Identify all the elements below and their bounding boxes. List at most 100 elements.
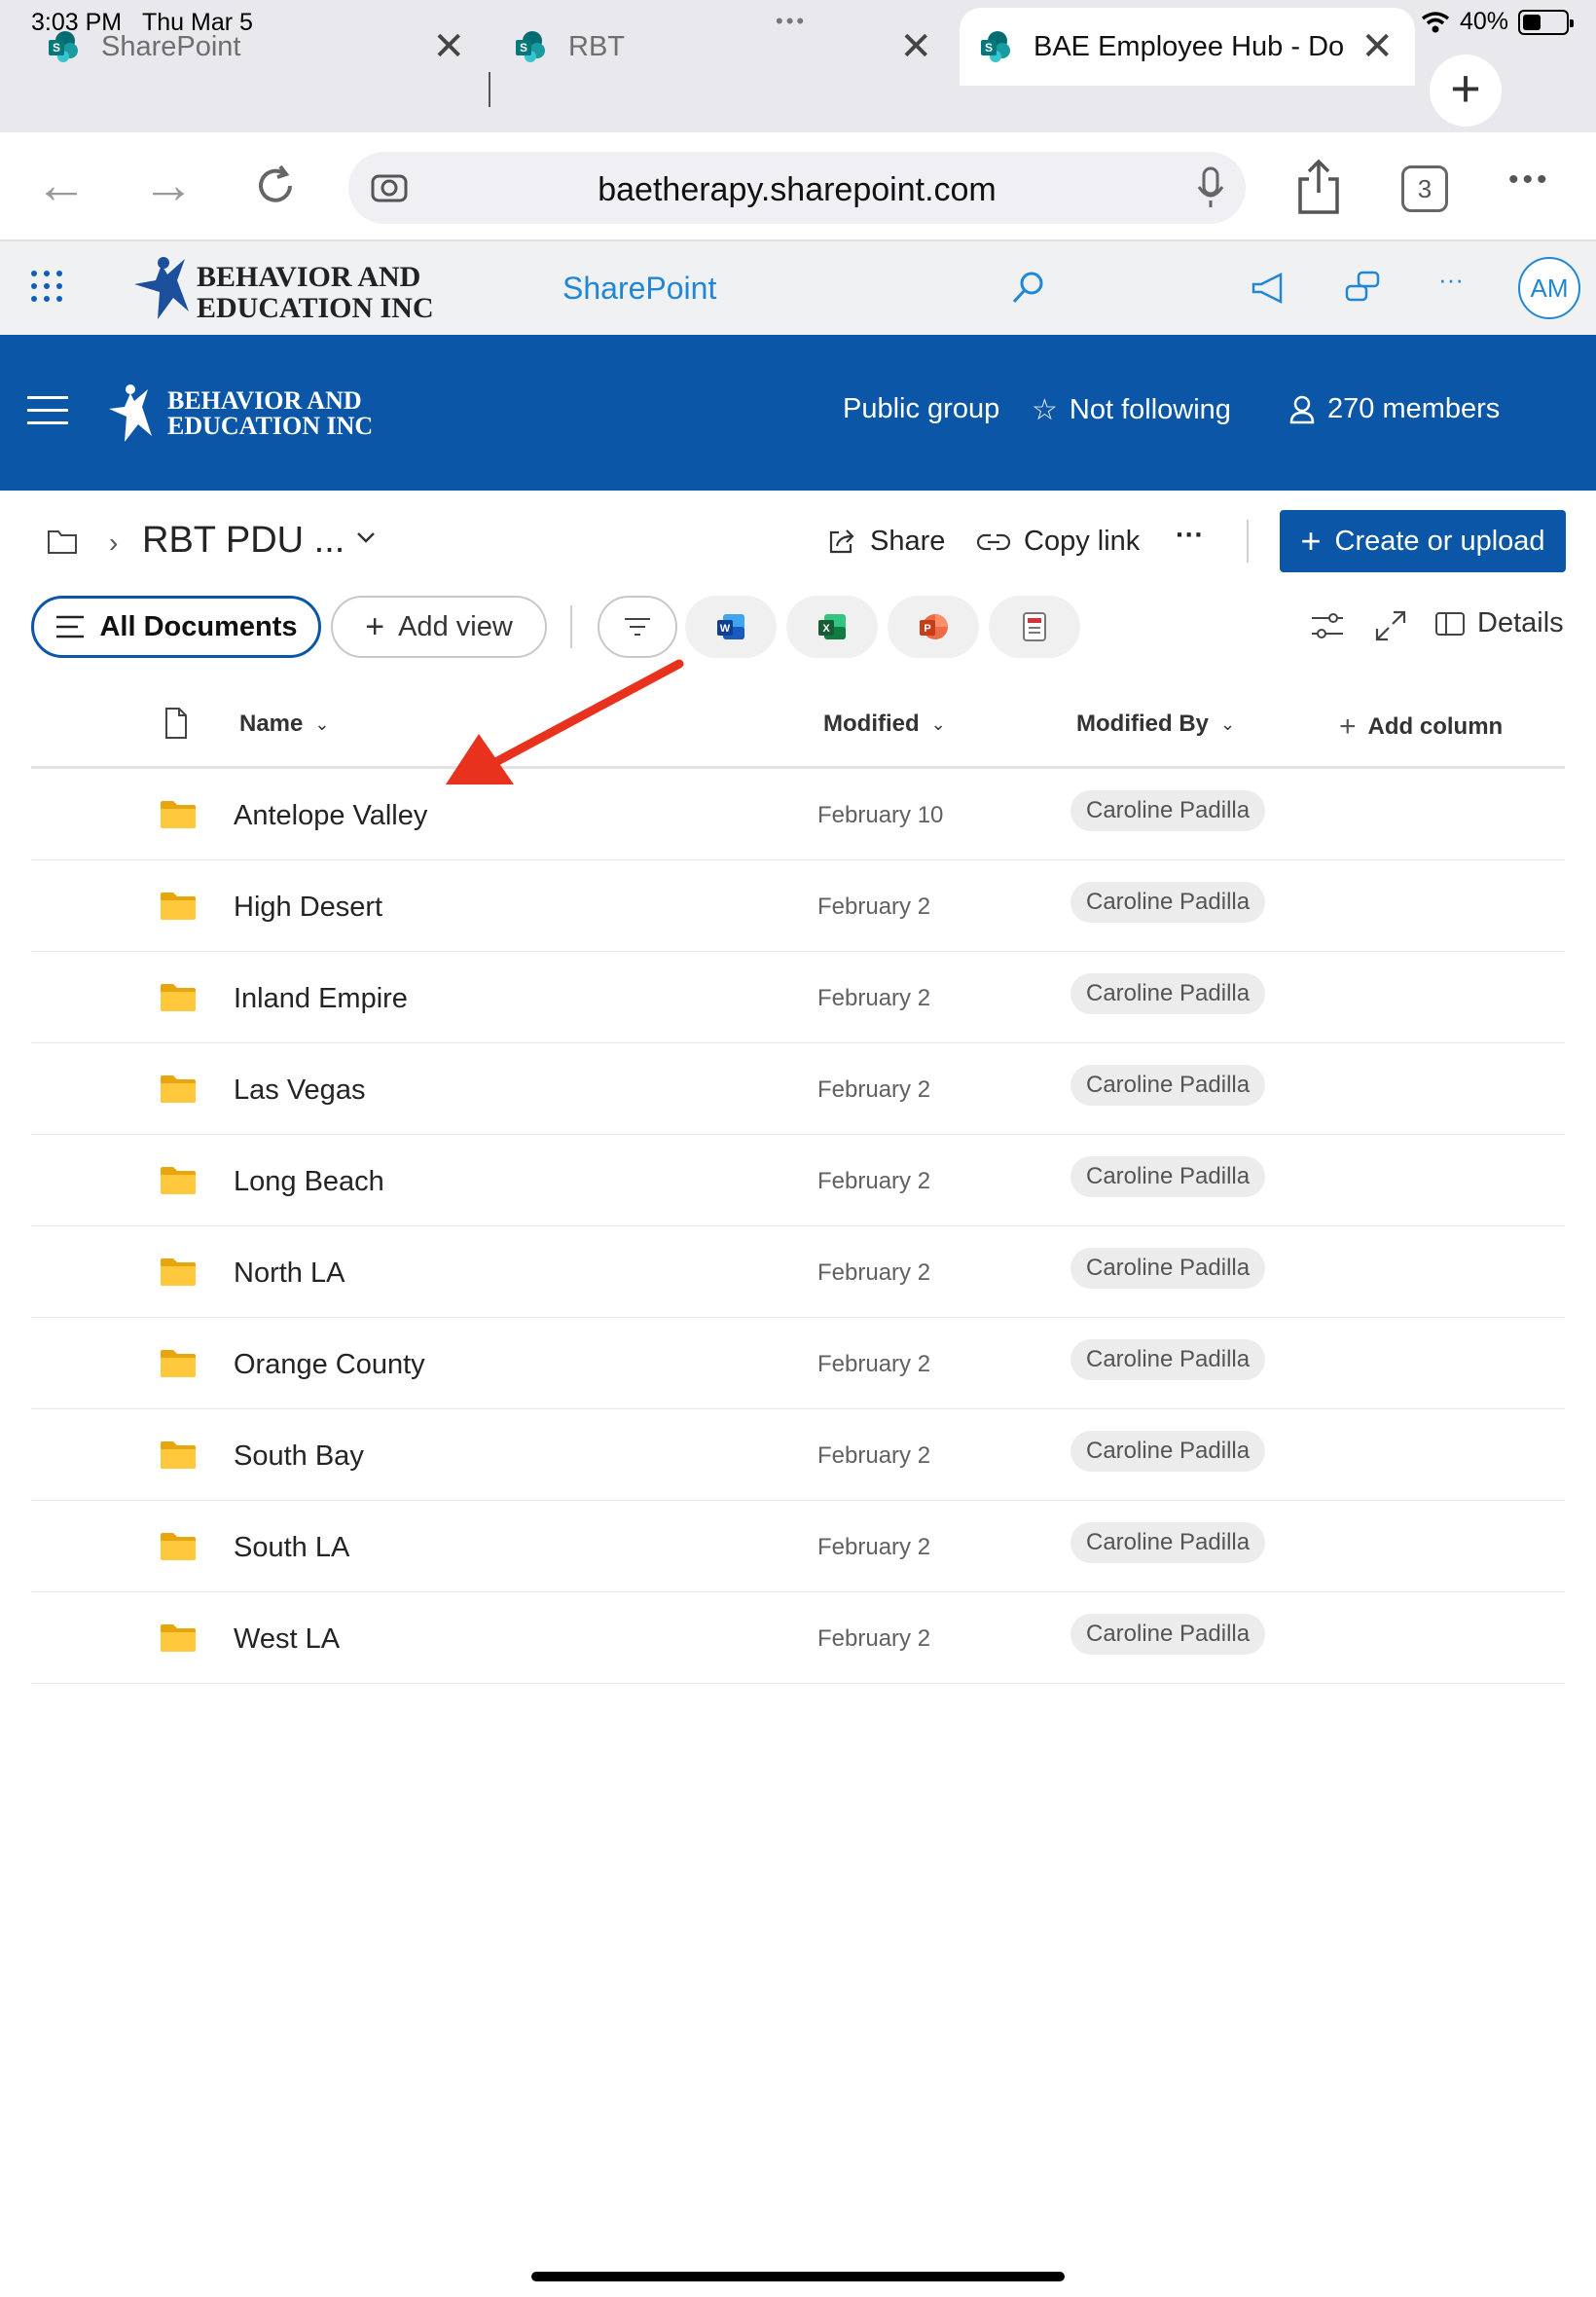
tab-bae-employee-hub[interactable]: S BAE Employee Hub - Do ✕ bbox=[960, 8, 1415, 86]
row-modified-by[interactable]: Caroline Padilla bbox=[1070, 1431, 1266, 1472]
row-modified-by[interactable]: Caroline Padilla bbox=[1070, 1248, 1266, 1289]
column-modified[interactable]: Modified ⌄ bbox=[823, 711, 946, 738]
folder-icon bbox=[161, 1533, 196, 1560]
tab-rbt[interactable]: S RBT ✕ bbox=[514, 8, 932, 86]
new-tab-button[interactable]: + bbox=[1430, 55, 1502, 127]
table-row[interactable]: Orange County February 2 Caroline Padilla bbox=[31, 1318, 1565, 1409]
battery-icon bbox=[1518, 9, 1574, 35]
members-text: 270 members bbox=[1327, 393, 1501, 424]
row-name[interactable]: North LA bbox=[234, 1258, 345, 1290]
chat-icon[interactable] bbox=[1343, 269, 1382, 308]
word-filter-chip[interactable]: W bbox=[685, 596, 777, 658]
excel-filter-chip[interactable]: X bbox=[786, 596, 878, 658]
word-icon: W bbox=[717, 614, 744, 639]
folder-outline-icon[interactable] bbox=[47, 528, 78, 555]
table-row[interactable]: Long Beach February 2 Caroline Padilla bbox=[31, 1135, 1565, 1226]
row-name[interactable]: West LA bbox=[234, 1623, 340, 1656]
reload-icon[interactable] bbox=[251, 162, 300, 210]
share-arrow-icon bbox=[829, 529, 854, 553]
row-modified-by[interactable]: Caroline Padilla bbox=[1070, 1614, 1266, 1655]
brand-line-1: BEHAVIOR AND bbox=[197, 261, 420, 293]
column-name[interactable]: Name ⌄ bbox=[239, 711, 329, 738]
row-modified-by[interactable]: Caroline Padilla bbox=[1070, 790, 1266, 831]
add-column-button[interactable]: + Add column bbox=[1339, 711, 1503, 744]
tab-title: BAE Employee Hub - Do bbox=[1034, 30, 1345, 62]
powerpoint-filter-chip[interactable]: P bbox=[888, 596, 979, 658]
row-modified: February 2 bbox=[817, 985, 931, 1011]
browser-toolbar: ← → baetherapy.sharepoint.com 3 ••• bbox=[0, 132, 1596, 241]
add-view-button[interactable]: + Add view bbox=[331, 596, 547, 658]
row-name[interactable]: Inland Empire bbox=[234, 983, 408, 1015]
copy-link-button[interactable]: Copy link bbox=[977, 526, 1140, 558]
sharepoint-app-title[interactable]: SharePoint bbox=[562, 271, 716, 307]
view-all-documents[interactable]: All Documents bbox=[31, 596, 321, 658]
row-modified-by[interactable]: Caroline Padilla bbox=[1070, 1522, 1266, 1563]
customize-columns-icon[interactable] bbox=[1310, 609, 1345, 642]
file-type-icon[interactable] bbox=[163, 707, 189, 740]
menu-icon[interactable] bbox=[27, 396, 68, 425]
home-indicator[interactable] bbox=[531, 2272, 1065, 2281]
row-modified-by[interactable]: Caroline Padilla bbox=[1070, 973, 1266, 1014]
row-name[interactable]: Orange County bbox=[234, 1349, 425, 1381]
search-icon[interactable] bbox=[1008, 269, 1047, 308]
table-row[interactable]: Antelope Valley February 10 Caroline Padil… bbox=[31, 769, 1565, 860]
settings-more-icon[interactable]: ··· bbox=[1438, 265, 1477, 304]
row-modified-by[interactable]: Caroline Padilla bbox=[1070, 1065, 1266, 1106]
view-label: All Documents bbox=[99, 610, 298, 642]
column-modified-by[interactable]: Modified By ⌄ bbox=[1076, 711, 1235, 738]
follow-button[interactable]: ☆ Not following bbox=[1032, 393, 1231, 427]
share-icon[interactable] bbox=[1294, 158, 1343, 216]
table-row[interactable]: Las Vegas February 2 Caroline Padilla bbox=[31, 1043, 1565, 1135]
folder-icon bbox=[161, 801, 196, 828]
details-button[interactable]: Details bbox=[1434, 607, 1564, 639]
table-row[interactable]: North LA February 2 Caroline Padilla bbox=[31, 1226, 1565, 1318]
pdf-filter-chip[interactable] bbox=[989, 596, 1080, 658]
table-row[interactable]: Inland Empire February 2 Caroline Padilla bbox=[31, 952, 1565, 1043]
table-row[interactable]: High Desert February 2 Caroline Padilla bbox=[31, 860, 1565, 952]
tab-count-button[interactable]: 3 bbox=[1401, 165, 1448, 212]
row-modified-by[interactable]: Caroline Padilla bbox=[1070, 1156, 1266, 1197]
close-icon[interactable]: ✕ bbox=[432, 27, 465, 66]
page-title[interactable]: RBT PDU ... bbox=[142, 520, 345, 562]
column-modified-label: Modified bbox=[823, 711, 920, 737]
bae-logo[interactable]: BEHAVIOR AND EDUCATION INC bbox=[134, 255, 485, 325]
row-name[interactable]: South Bay bbox=[234, 1440, 364, 1473]
table-row[interactable]: South Bay February 2 Caroline Padilla bbox=[31, 1409, 1565, 1501]
tab-sharepoint[interactable]: S SharePoint ✕ bbox=[47, 8, 465, 86]
back-arrow-icon[interactable]: ← bbox=[35, 156, 88, 214]
site-header: BEHAVIOR AND EDUCATION INC Public group … bbox=[0, 335, 1596, 491]
microphone-icon[interactable] bbox=[1195, 165, 1226, 210]
megaphone-icon[interactable] bbox=[1250, 269, 1288, 308]
table-row[interactable]: South LA February 2 Caroline Padilla bbox=[31, 1501, 1565, 1592]
chevron-down-icon[interactable] bbox=[354, 529, 378, 545]
svg-text:P: P bbox=[924, 623, 930, 635]
chevron-down-icon: ⌄ bbox=[930, 713, 946, 734]
address-bar[interactable]: baetherapy.sharepoint.com bbox=[348, 152, 1246, 224]
row-name[interactable]: Las Vegas bbox=[234, 1075, 365, 1107]
row-modified: February 10 bbox=[817, 802, 944, 828]
forward-arrow-icon[interactable]: → bbox=[142, 156, 195, 214]
more-commands-icon[interactable]: ··· bbox=[1176, 520, 1204, 552]
url-text: baetherapy.sharepoint.com bbox=[598, 171, 997, 208]
members-button[interactable]: 270 members bbox=[1288, 393, 1500, 425]
filter-button[interactable] bbox=[598, 596, 677, 658]
row-modified-by[interactable]: Caroline Padilla bbox=[1070, 1339, 1266, 1380]
row-name[interactable]: Antelope Valley bbox=[234, 800, 427, 832]
expand-icon[interactable] bbox=[1374, 609, 1407, 642]
avatar[interactable]: AM bbox=[1518, 257, 1580, 319]
app-launcher-icon[interactable] bbox=[31, 271, 62, 302]
row-name[interactable]: High Desert bbox=[234, 892, 382, 924]
table-row[interactable]: West LA February 2 Caroline Padilla bbox=[31, 1592, 1565, 1684]
share-button[interactable]: Share bbox=[827, 526, 945, 558]
more-options-icon[interactable]: ••• bbox=[1508, 164, 1551, 197]
column-modified-by-label: Modified By bbox=[1076, 711, 1209, 737]
document-list: Antelope Valley February 10 Caroline Padil… bbox=[31, 769, 1565, 1684]
details-pane-icon bbox=[1435, 611, 1465, 636]
close-icon[interactable]: ✕ bbox=[1360, 27, 1394, 66]
close-icon[interactable]: ✕ bbox=[899, 27, 932, 66]
site-logo[interactable]: BEHAVIOR AND EDUCATION INC bbox=[109, 382, 401, 444]
create-or-upload-button[interactable]: + Create or upload bbox=[1280, 510, 1566, 572]
row-modified-by[interactable]: Caroline Padilla bbox=[1070, 882, 1266, 923]
row-name[interactable]: South LA bbox=[234, 1532, 349, 1564]
row-name[interactable]: Long Beach bbox=[234, 1166, 384, 1198]
